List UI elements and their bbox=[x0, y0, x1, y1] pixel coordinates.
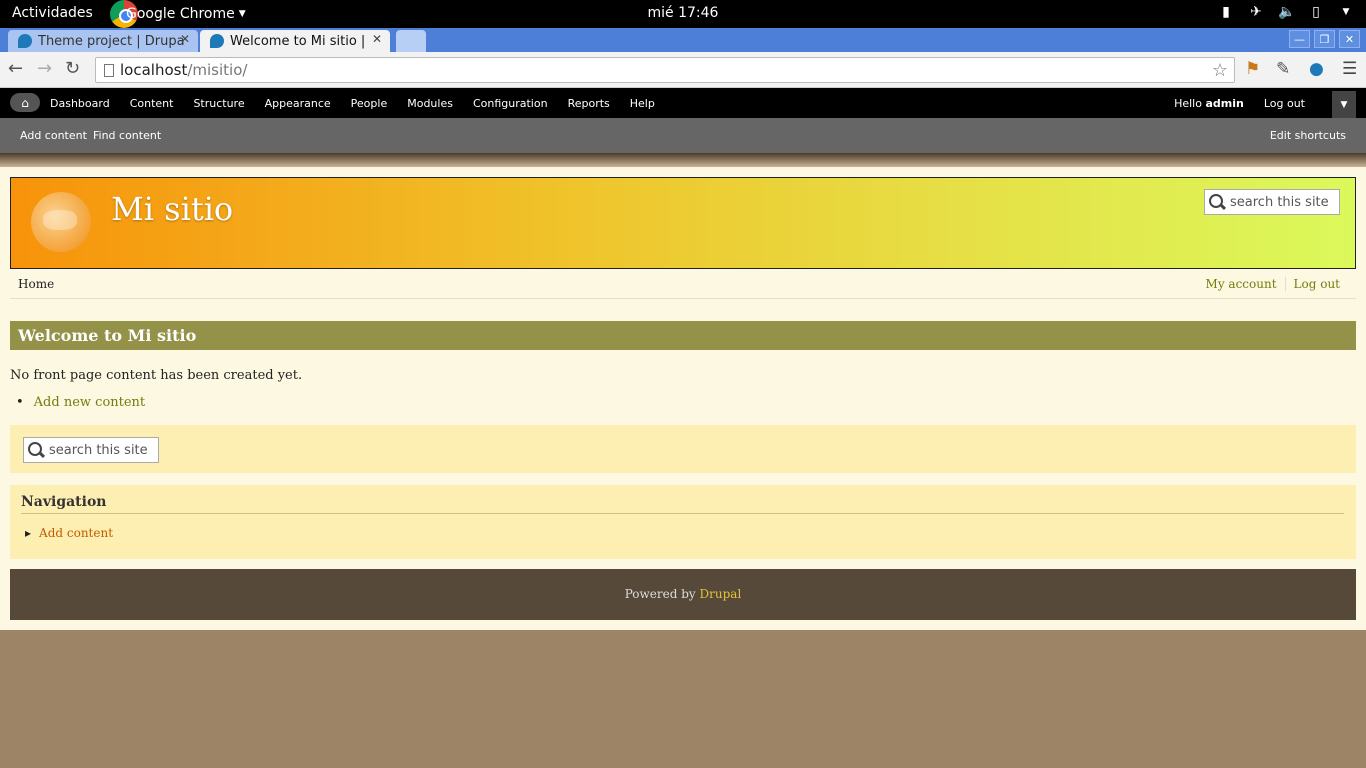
globe-logo-icon[interactable] bbox=[31, 192, 91, 252]
address-bar[interactable]: localhost/misitio/ ☆ bbox=[95, 57, 1235, 83]
tab-strip: Theme project | Drupa ✕ Welcome to Mi si… bbox=[0, 28, 1366, 52]
secondary-menu: My account Log out bbox=[1198, 277, 1348, 291]
site-name[interactable]: Mi sitio bbox=[111, 190, 233, 228]
main-navigation: Home My account Log out bbox=[10, 269, 1356, 299]
signal-icon[interactable]: ▮ bbox=[1218, 4, 1234, 20]
drupal-icon bbox=[18, 34, 32, 48]
browser-toolbar: ← → ↻ localhost/misitio/ ☆ ⚑ ✎ ● ☰ bbox=[0, 52, 1366, 88]
my-account-link[interactable]: My account bbox=[1198, 277, 1285, 291]
close-window-button[interactable]: ✕ bbox=[1339, 30, 1360, 48]
search-icon bbox=[1208, 193, 1226, 211]
drupal-extension-icon[interactable]: ● bbox=[1309, 59, 1324, 79]
header-search-input[interactable]: search this site bbox=[1204, 189, 1340, 215]
shortcuts-bar: Add content Find content Edit shortcuts bbox=[0, 118, 1366, 153]
activities-button[interactable]: Actividades bbox=[12, 5, 93, 21]
app-name: Google Chrome bbox=[126, 6, 235, 22]
logout-link[interactable]: Log out bbox=[1284, 277, 1348, 291]
hello-label: Hello bbox=[1174, 97, 1202, 110]
admin-toolbar: ⌂ Dashboard Content Structure Appearance… bbox=[0, 88, 1366, 118]
toolbar-shadow bbox=[0, 153, 1366, 167]
search-icon bbox=[27, 441, 45, 459]
page-title: Welcome to Mi sitio bbox=[10, 321, 1356, 350]
admin-user-area: Hello admin Log out bbox=[1154, 97, 1305, 110]
forward-button[interactable]: → bbox=[37, 58, 52, 79]
search-block: search this site bbox=[10, 425, 1356, 473]
app-menu[interactable]: Google Chrome ▼ bbox=[110, 0, 246, 28]
extension-icon[interactable]: ⚑ bbox=[1245, 59, 1260, 79]
tab-title: Theme project | Drupa bbox=[38, 33, 185, 49]
airplane-icon[interactable]: ✈ bbox=[1248, 4, 1264, 20]
page-icon bbox=[104, 64, 114, 77]
nav-add-content-link[interactable]: Add content bbox=[25, 526, 113, 540]
add-new-content-link[interactable]: Add new content bbox=[16, 395, 145, 410]
shortcut-add-content[interactable]: Add content bbox=[20, 129, 87, 142]
footer-text: Powered by bbox=[624, 587, 696, 601]
username[interactable]: admin bbox=[1205, 97, 1243, 110]
page-body: Mi sitio search this site Home My accoun… bbox=[0, 167, 1366, 630]
close-icon[interactable]: ✕ bbox=[372, 32, 382, 46]
shortcut-find-content[interactable]: Find content bbox=[93, 129, 161, 142]
admin-menu-content[interactable]: Content bbox=[130, 97, 174, 110]
admin-menu-dashboard[interactable]: Dashboard bbox=[50, 97, 110, 110]
new-tab-button[interactable] bbox=[396, 30, 426, 52]
shortcuts-toggle[interactable]: ▼ bbox=[1332, 91, 1356, 118]
tab-title: Welcome to Mi sitio | bbox=[230, 33, 366, 49]
search-placeholder: search this site bbox=[49, 442, 148, 458]
search-placeholder: search this site bbox=[1230, 194, 1329, 210]
site-footer: Powered by Drupal bbox=[10, 569, 1356, 620]
close-icon[interactable]: ✕ bbox=[180, 32, 190, 46]
chevron-down-icon: ▼ bbox=[238, 9, 246, 19]
admin-menu-appearance[interactable]: Appearance bbox=[265, 97, 331, 110]
reload-button[interactable]: ↻ bbox=[65, 58, 80, 79]
maximize-button[interactable]: ❐ bbox=[1314, 30, 1335, 48]
no-content-message: No front page content has been created y… bbox=[10, 368, 303, 383]
site-header: Mi sitio search this site bbox=[10, 177, 1356, 269]
system-tray[interactable]: ▮ ✈ 🔈 ▯ ▼ bbox=[1218, 4, 1354, 20]
hello-text: Hello admin bbox=[1174, 97, 1244, 110]
admin-menu-structure[interactable]: Structure bbox=[193, 97, 244, 110]
bookmark-star-icon[interactable]: ☆ bbox=[1212, 60, 1228, 81]
divider bbox=[21, 513, 1344, 514]
nav-home-link[interactable]: Home bbox=[18, 277, 54, 291]
admin-menu-reports[interactable]: Reports bbox=[568, 97, 610, 110]
eyedropper-extension-icon[interactable]: ✎ bbox=[1276, 59, 1290, 79]
admin-menu-configuration[interactable]: Configuration bbox=[473, 97, 548, 110]
navigation-title: Navigation bbox=[21, 494, 107, 510]
minimize-button[interactable]: — bbox=[1289, 30, 1310, 48]
admin-menu-people[interactable]: People bbox=[351, 97, 388, 110]
admin-menu: Dashboard Content Structure Appearance P… bbox=[50, 97, 675, 110]
battery-icon[interactable]: ▯ bbox=[1308, 4, 1324, 20]
system-top-bar: Actividades Google Chrome ▼ mié 17:46 ▮ … bbox=[0, 0, 1366, 28]
navigation-block: Navigation Add content bbox=[10, 485, 1356, 559]
home-icon[interactable]: ⌂ bbox=[10, 93, 40, 112]
volume-icon[interactable]: 🔈 bbox=[1278, 4, 1295, 20]
url-host: localhost bbox=[120, 61, 188, 79]
chevron-down-icon[interactable]: ▼ bbox=[1338, 7, 1354, 17]
window-controls: — ❐ ✕ bbox=[1289, 30, 1360, 48]
drupal-icon bbox=[210, 34, 224, 48]
back-button[interactable]: ← bbox=[8, 58, 23, 79]
tab-theme-project[interactable]: Theme project | Drupa ✕ bbox=[8, 30, 198, 52]
menu-icon[interactable]: ☰ bbox=[1342, 59, 1357, 79]
edit-shortcuts-link[interactable]: Edit shortcuts bbox=[1270, 129, 1346, 142]
admin-logout-link[interactable]: Log out bbox=[1264, 97, 1305, 110]
block-search-input[interactable]: search this site bbox=[23, 437, 159, 463]
admin-menu-modules[interactable]: Modules bbox=[407, 97, 453, 110]
admin-menu-help[interactable]: Help bbox=[630, 97, 655, 110]
url-path: /misitio/ bbox=[187, 61, 248, 79]
drupal-link[interactable]: Drupal bbox=[700, 587, 742, 601]
tab-welcome[interactable]: Welcome to Mi sitio | ✕ bbox=[200, 30, 390, 52]
